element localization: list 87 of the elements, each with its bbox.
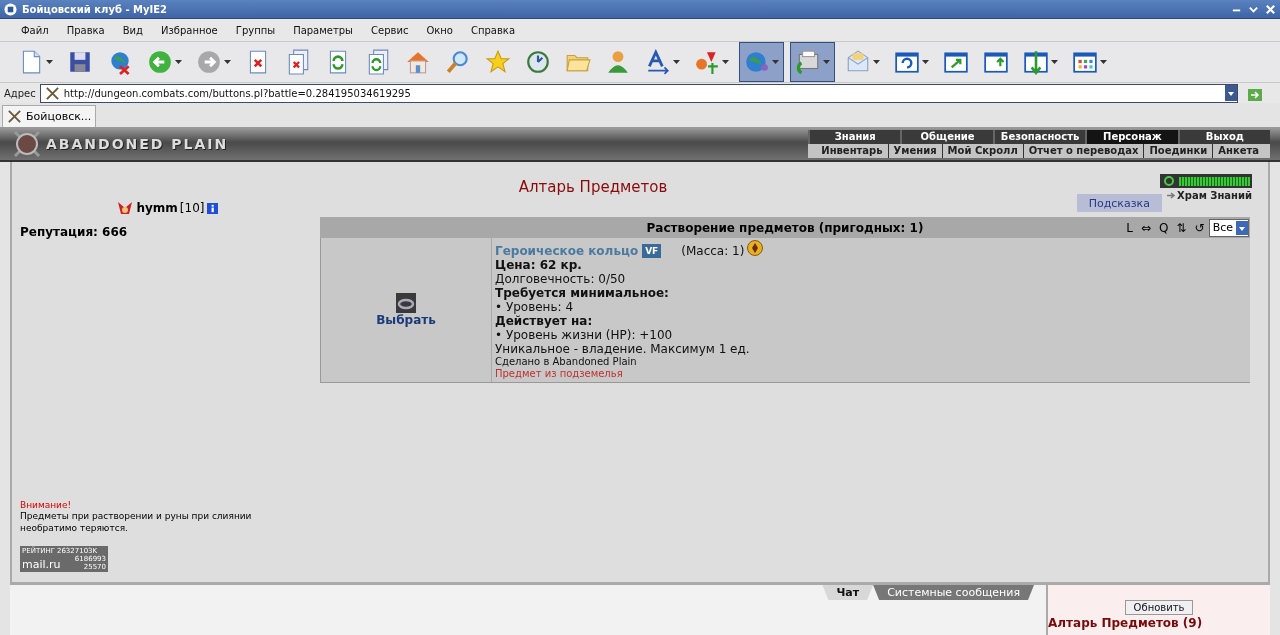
menu-item[interactable]: Файл: [12, 22, 58, 38]
sort-control[interactable]: L: [1126, 220, 1133, 235]
item-price: Цена: 62 кр.: [495, 258, 583, 272]
requirements-title: Требуется минимальное:: [495, 286, 670, 300]
app-icon: [4, 2, 17, 16]
effects-title: Действует на:: [495, 314, 594, 328]
room-title: Алтарь Предметов (9): [1048, 616, 1203, 630]
chat-tab[interactable]: Чат: [822, 585, 874, 600]
subnav-link[interactable]: Инвентарь: [816, 144, 888, 158]
hint-button[interactable]: Подсказка: [1076, 194, 1162, 212]
caret-icon[interactable]: [722, 60, 729, 64]
window-down-icon[interactable]: [1023, 49, 1049, 75]
printer-icon[interactable]: [795, 49, 821, 75]
select-link[interactable]: Выбрать: [376, 313, 436, 327]
menu-item[interactable]: Вид: [113, 22, 152, 38]
item-badge: VF: [642, 244, 662, 258]
menu-item[interactable]: Правка: [57, 22, 114, 38]
filter-select[interactable]: Все: [1208, 218, 1249, 237]
refresh-button[interactable]: Обновить: [1124, 600, 1194, 615]
item-mass: (Масса: 1): [681, 244, 745, 258]
effect-text: • Уровень жизни (HP): +100: [495, 328, 674, 342]
clock-icon[interactable]: [525, 49, 551, 75]
chat-tab[interactable]: Системные сообщения: [873, 585, 1034, 600]
window-undo-icon[interactable]: [894, 49, 920, 75]
reputation-text: Репутация: 666: [20, 225, 129, 239]
menu-item[interactable]: Параметры: [284, 22, 362, 38]
browser-tab[interactable]: Бойцовск...: [2, 105, 97, 127]
caret-icon[interactable]: [175, 60, 182, 64]
caret-icon[interactable]: [224, 60, 231, 64]
subnav-link[interactable]: Умения: [887, 144, 942, 158]
caret-icon[interactable]: [772, 60, 779, 64]
go-arrow-icon[interactable]: [1248, 89, 1262, 101]
caret-icon[interactable]: [922, 60, 929, 64]
window-up-icon[interactable]: [983, 49, 1009, 75]
ring-item-icon: [396, 293, 416, 313]
warning-text: Предметы при растворении и руны при слиянии необратимо теряются.: [20, 510, 253, 534]
logo-text: ABANDONED PLAIN: [46, 136, 229, 152]
caret-icon[interactable]: [873, 60, 880, 64]
counter-brand: mail.ru: [22, 558, 61, 571]
medallion-icon: [747, 240, 764, 256]
meter-bar: [1179, 176, 1250, 186]
toolbar-toggle-button[interactable]: [790, 42, 835, 82]
requirement-text: • Уровень: 4: [495, 300, 575, 314]
subnav-link[interactable]: Поединки: [1143, 144, 1213, 158]
jester-icon: [116, 200, 135, 216]
caret-icon[interactable]: [46, 60, 53, 64]
sort-control[interactable]: ⇔: [1141, 220, 1152, 235]
warning-title: Внимание!: [20, 500, 73, 510]
item-durability: Долговечность: 0/50: [495, 272, 627, 286]
arrow-icon: [1167, 192, 1177, 199]
page-title: Алтарь Предметов: [518, 178, 668, 196]
menu-item[interactable]: Справка: [461, 22, 525, 38]
menu-item[interactable]: Окно: [417, 22, 462, 38]
item-note: Уникальное - владение. Максимум 1 ед.: [495, 342, 751, 356]
magnifier-icon[interactable]: [445, 49, 471, 75]
player-name: hymm: [136, 201, 178, 215]
star-icon[interactable]: [485, 49, 511, 75]
subnav-link[interactable]: Мой Скролл: [941, 144, 1023, 158]
ring-icon: [1162, 175, 1176, 187]
address-field[interactable]: http://dungeon.combats.com/buttons.pl?battle=0.284195034619295: [39, 83, 1238, 103]
crossed-swords-icon: [44, 85, 60, 101]
subnav-link[interactable]: Отчет о переводах: [1022, 144, 1144, 158]
menu-item[interactable]: Избранное: [152, 22, 227, 38]
maker-text: Сделано в Abandoned Plain: [495, 356, 638, 368]
address-label: Адрес: [4, 87, 36, 99]
player-level: [10]: [179, 201, 205, 215]
sort-control[interactable]: ↺: [1194, 220, 1205, 235]
caret-icon[interactable]: [1051, 60, 1058, 64]
font-arrows-icon[interactable]: [645, 49, 671, 75]
subnav-link[interactable]: Анкета: [1212, 144, 1264, 158]
nav-link[interactable]: Персонаж: [1085, 130, 1178, 144]
crossed-swords-icon: [7, 109, 22, 124]
menu-item[interactable]: Сервис: [362, 22, 418, 38]
close-button[interactable]: [1265, 3, 1276, 15]
temple-link[interactable]: Храм Знаний: [1177, 190, 1252, 201]
table-title: Растворение предметов (пригодных: 1): [646, 220, 924, 235]
sort-control[interactable]: Q: [1159, 220, 1169, 235]
caret-icon[interactable]: [673, 60, 680, 64]
sort-control[interactable]: ⇅: [1176, 220, 1187, 235]
window-title: Бойцовский клуб - MyIE2: [22, 3, 168, 15]
origin-text: Предмет из подземелья: [495, 368, 624, 380]
caret-icon[interactable]: [1100, 60, 1107, 64]
menu-item[interactable]: Группы: [226, 22, 285, 38]
caret-icon[interactable]: [823, 60, 830, 64]
info-icon[interactable]: [206, 202, 218, 214]
toolbar-toggle-button[interactable]: [739, 42, 784, 82]
window-grid-icon[interactable]: [1072, 49, 1098, 75]
